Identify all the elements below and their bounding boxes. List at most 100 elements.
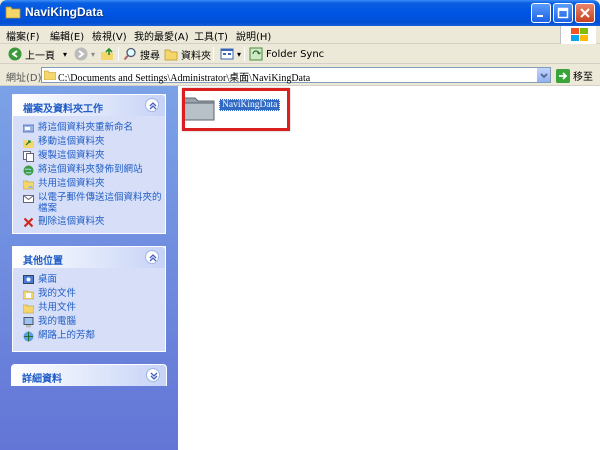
up-folder-button[interactable] xyxy=(100,46,117,62)
toolbar-separator xyxy=(213,47,214,61)
menu-view[interactable]: 檢視(V) xyxy=(92,28,127,43)
toolbar-separator xyxy=(118,47,119,61)
menu-favorites[interactable]: 我的最愛(A) xyxy=(134,28,189,43)
place-shared-documents[interactable]: 共用文件 xyxy=(23,302,165,314)
rename-icon xyxy=(23,124,34,133)
task-label: 將這個資料夾發佈到網站 xyxy=(38,164,143,175)
annotation-highlight-box xyxy=(182,88,290,131)
chevron-down-icon xyxy=(150,372,158,380)
task-label: 移動這個資料夾 xyxy=(38,136,105,147)
folder-icon xyxy=(44,70,56,80)
folders-button[interactable]: 資料夾 xyxy=(164,46,211,62)
address-bar: 網址(D) C:\Documents and Settings\Administ… xyxy=(0,64,600,86)
network-icon xyxy=(23,331,34,342)
other-places-panel: 其他位置 桌面 我的文件 共用文件 我的電腦 網路上的芳鄰 xyxy=(12,246,166,352)
collapse-button[interactable] xyxy=(145,250,159,264)
folder-sync-icon xyxy=(249,47,263,61)
windows-logo xyxy=(560,26,596,44)
task-share[interactable]: 共用這個資料夾 xyxy=(23,178,165,190)
shared-documents-icon xyxy=(23,304,34,314)
folder-icon xyxy=(5,6,21,19)
place-label: 網路上的芳鄰 xyxy=(38,330,96,341)
panel-header[interactable]: 其他位置 xyxy=(12,246,166,268)
forward-button[interactable]: ▾ xyxy=(74,46,95,62)
task-label: 共用這個資料夾 xyxy=(38,178,105,189)
task-label: 以電子郵件傳送這個資料夾的檔案 xyxy=(38,192,162,214)
collapse-button[interactable] xyxy=(145,98,159,112)
address-dropdown-button[interactable] xyxy=(536,68,550,82)
menu-edit[interactable]: 編輯(E) xyxy=(50,28,84,43)
computer-icon xyxy=(23,317,34,328)
menu-file[interactable]: 檔案(F) xyxy=(6,28,40,43)
task-publish[interactable]: 將這個資料夾發佈到網站 xyxy=(23,164,165,176)
address-path: C:\Documents and Settings\Administrator\… xyxy=(58,73,311,84)
panel-header[interactable]: 詳細資料 xyxy=(11,364,167,386)
toolbar: 上一頁 ▾ ▾ 搜尋 資料夾 ▾ Folder Sync xyxy=(0,44,600,64)
menu-bar: 檔案(F) 編輯(E) 檢視(V) 我的最愛(A) 工具(T) 說明(H) xyxy=(0,26,600,44)
place-my-documents[interactable]: 我的文件 xyxy=(23,288,165,300)
email-icon xyxy=(23,195,34,203)
panel-title: 詳細資料 xyxy=(22,374,62,385)
maximize-icon xyxy=(557,7,569,19)
task-rename[interactable]: 將這個資料夾重新命名 xyxy=(23,122,165,134)
task-label: 刪除這個資料夾 xyxy=(38,216,105,227)
panel-title: 檔案及資料夾工作 xyxy=(23,104,103,115)
back-label: 上一頁 xyxy=(25,50,55,62)
menu-help[interactable]: 說明(H) xyxy=(236,28,271,43)
task-email[interactable]: 以電子郵件傳送這個資料夾的檔案 xyxy=(23,192,165,214)
go-label: 移至 xyxy=(573,72,593,83)
views-dropdown-icon[interactable]: ▾ xyxy=(237,50,241,59)
task-delete[interactable]: 刪除這個資料夾 xyxy=(23,216,165,228)
place-label: 桌面 xyxy=(38,274,58,285)
place-label: 我的文件 xyxy=(38,288,77,299)
search-label: 搜尋 xyxy=(140,50,160,62)
panel-header[interactable]: 檔案及資料夾工作 xyxy=(12,94,166,116)
maximize-button[interactable] xyxy=(553,3,573,23)
go-arrow-icon xyxy=(556,68,570,83)
search-button[interactable]: 搜尋 xyxy=(123,46,160,62)
chevron-up-icon xyxy=(149,102,157,110)
copy-icon xyxy=(23,151,34,162)
views-button[interactable]: ▾ xyxy=(220,46,241,62)
title-bar[interactable]: NaviKingData xyxy=(0,0,600,26)
minimize-icon xyxy=(537,15,543,17)
place-label: 共用文件 xyxy=(38,302,77,313)
folders-icon xyxy=(164,49,178,61)
forward-dropdown-icon[interactable]: ▾ xyxy=(91,50,95,59)
address-label: 網址(D) xyxy=(6,73,42,84)
chevron-down-icon xyxy=(540,73,548,79)
place-label: 我的電腦 xyxy=(38,316,77,327)
task-move[interactable]: 移動這個資料夾 xyxy=(23,136,165,148)
globe-icon xyxy=(23,165,34,176)
documents-folder-icon xyxy=(23,290,34,300)
task-pane: 檔案及資料夾工作 將這個資料夾重新命名 移動這個資料夾 複製這個資料夾 將這個資… xyxy=(0,86,178,450)
folder-sync-button[interactable]: Folder Sync xyxy=(249,46,324,62)
up-folder-icon xyxy=(101,47,113,60)
folder-content-area[interactable] xyxy=(178,86,600,450)
minimize-button[interactable] xyxy=(531,3,551,23)
close-button[interactable] xyxy=(575,3,595,23)
close-icon xyxy=(580,8,590,18)
address-input[interactable]: C:\Documents and Settings\Administrator\… xyxy=(41,67,551,84)
back-dropdown-icon[interactable]: ▾ xyxy=(63,50,67,59)
chevron-up-icon xyxy=(149,254,157,262)
go-button[interactable]: 移至 xyxy=(556,68,593,83)
place-network[interactable]: 網路上的芳鄰 xyxy=(23,330,165,342)
move-icon xyxy=(23,140,34,148)
place-my-computer[interactable]: 我的電腦 xyxy=(23,316,165,328)
details-panel: 詳細資料 xyxy=(11,364,167,386)
window-title: NaviKingData xyxy=(25,5,104,19)
place-desktop[interactable]: 桌面 xyxy=(23,274,165,286)
folder-sync-label: Folder Sync xyxy=(266,48,325,60)
back-arrow-icon xyxy=(8,47,22,61)
task-label: 將這個資料夾重新命名 xyxy=(38,122,134,133)
desktop-icon xyxy=(23,275,34,284)
menu-tools[interactable]: 工具(T) xyxy=(194,28,228,43)
back-button[interactable]: 上一頁 ▾ xyxy=(8,46,67,62)
views-icon xyxy=(220,48,234,60)
task-label: 複製這個資料夾 xyxy=(38,150,105,161)
expand-button[interactable] xyxy=(146,368,160,382)
shared-folder-icon xyxy=(23,180,34,190)
task-copy[interactable]: 複製這個資料夾 xyxy=(23,150,165,162)
panel-title: 其他位置 xyxy=(23,256,63,267)
